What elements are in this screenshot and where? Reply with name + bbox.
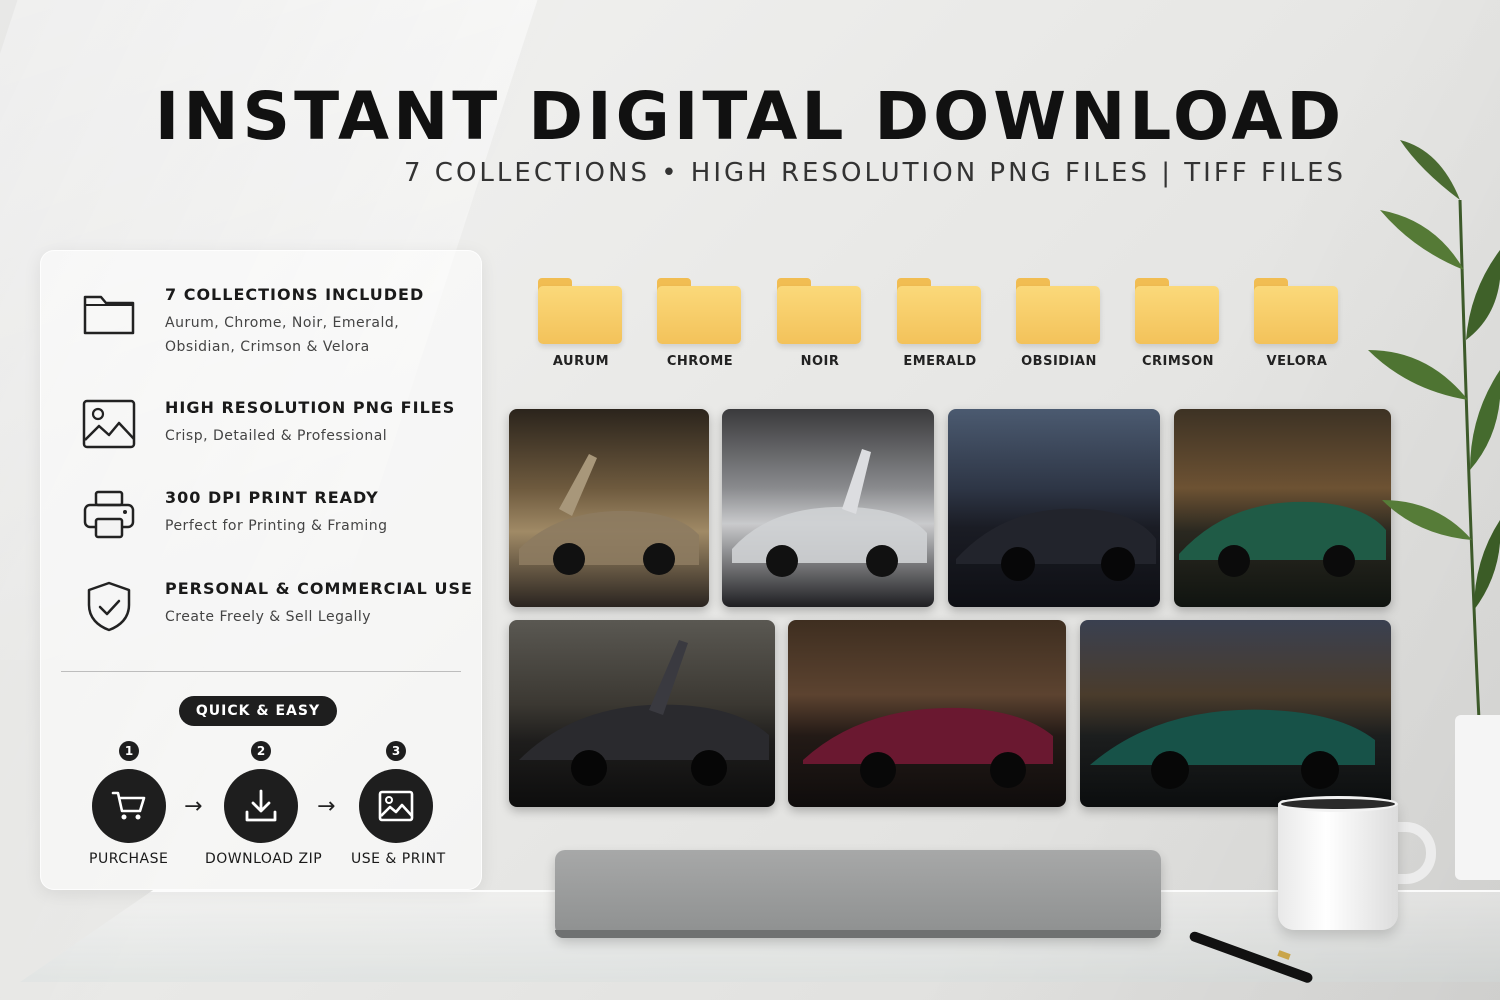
car-photo-aurum[interactable]	[509, 409, 709, 607]
step-number: 2	[251, 741, 271, 761]
feature-desc: Aurum, Chrome, Noir, Emerald, Obsidian, …	[165, 315, 400, 355]
folder-icon	[657, 286, 741, 344]
step-purchase	[92, 769, 166, 843]
folder-icon	[897, 286, 981, 344]
folder-icon	[81, 285, 137, 341]
step-download	[224, 769, 298, 843]
plant-pot	[1455, 715, 1500, 880]
folder-label: NOIR	[800, 354, 840, 369]
feature-print: 300 DPI PRINT READY Perfect for Printing…	[81, 488, 481, 568]
cart-icon	[111, 791, 146, 820]
step-label: DOWNLOAD ZIP	[205, 851, 323, 867]
folder-noir[interactable]: NOIR	[777, 276, 863, 376]
folder-velora[interactable]: VELORA	[1254, 276, 1340, 376]
folder-aurum[interactable]: AURUM	[538, 276, 624, 376]
car-photo-chrome[interactable]	[722, 409, 934, 607]
plant-decoration	[1368, 140, 1500, 740]
feature-collections: 7 COLLECTIONS INCLUDED Aurum, Chrome, No…	[81, 285, 481, 365]
laptop	[555, 850, 1161, 936]
step-number: 3	[386, 741, 406, 761]
folder-label: CRIMSON	[1141, 354, 1215, 369]
step-use-print	[359, 769, 433, 843]
folder-icon	[777, 286, 861, 344]
quick-easy-badge: QUICK & EASY	[179, 696, 337, 726]
feature-title: PERSONAL & COMMERCIAL USE	[165, 579, 473, 598]
feature-desc: Perfect for Printing & Framing	[165, 518, 388, 534]
feature-title: HIGH RESOLUTION PNG FILES	[165, 398, 456, 417]
folder-label: CHROME	[666, 354, 734, 369]
folder-icon	[1016, 286, 1100, 344]
page-title: INSTANT DIGITAL DOWNLOAD	[154, 78, 1346, 155]
image-icon	[378, 790, 414, 822]
folder-icon	[1135, 286, 1219, 344]
folder-label: EMERALD	[903, 354, 977, 369]
folder-crimson[interactable]: CRIMSON	[1135, 276, 1221, 376]
step-number: 1	[119, 741, 139, 761]
arrow-right-icon: →	[317, 794, 336, 819]
feature-license: PERSONAL & COMMERCIAL USE Create Freely …	[81, 579, 481, 659]
folder-label: OBSIDIAN	[1021, 354, 1097, 369]
folder-label: AURUM	[552, 354, 610, 369]
car-photo-velora[interactable]	[1080, 620, 1391, 807]
folder-chrome[interactable]: CHROME	[657, 276, 743, 376]
folder-icon	[1254, 286, 1338, 344]
car-photo-crimson[interactable]	[788, 620, 1066, 807]
folder-emerald[interactable]: EMERALD	[897, 276, 983, 376]
car-photo-emerald[interactable]	[1174, 409, 1391, 607]
car-photo-noir[interactable]	[948, 409, 1160, 607]
folder-label: VELORA	[1266, 354, 1328, 369]
feature-desc: Crisp, Detailed & Professional	[165, 428, 388, 444]
feature-resolution: HIGH RESOLUTION PNG FILES Crisp, Detaile…	[81, 398, 481, 478]
arrow-right-icon: →	[184, 794, 203, 819]
printer-icon	[81, 488, 137, 544]
panel-divider	[61, 671, 461, 672]
step-label: USE & PRINT	[351, 851, 446, 867]
feature-title: 300 DPI PRINT READY	[165, 488, 379, 507]
page-subtitle: 7 COLLECTIONS • HIGH RESOLUTION PNG FILE…	[404, 158, 1347, 188]
feature-title: 7 COLLECTIONS INCLUDED	[165, 285, 425, 304]
download-icon	[245, 789, 277, 822]
folder-icon	[538, 286, 622, 344]
shield-check-icon	[81, 579, 137, 635]
folder-obsidian[interactable]: OBSIDIAN	[1016, 276, 1102, 376]
laptop-edge	[555, 930, 1161, 938]
features-panel: 7 COLLECTIONS INCLUDED Aurum, Chrome, No…	[40, 250, 482, 890]
mug-rim	[1278, 796, 1398, 812]
coffee-mug	[1278, 800, 1398, 930]
image-icon	[81, 398, 137, 454]
feature-desc: Create Freely & Sell Legally	[165, 609, 372, 625]
car-photo-obsidian[interactable]	[509, 620, 775, 807]
step-label: PURCHASE	[89, 851, 169, 867]
